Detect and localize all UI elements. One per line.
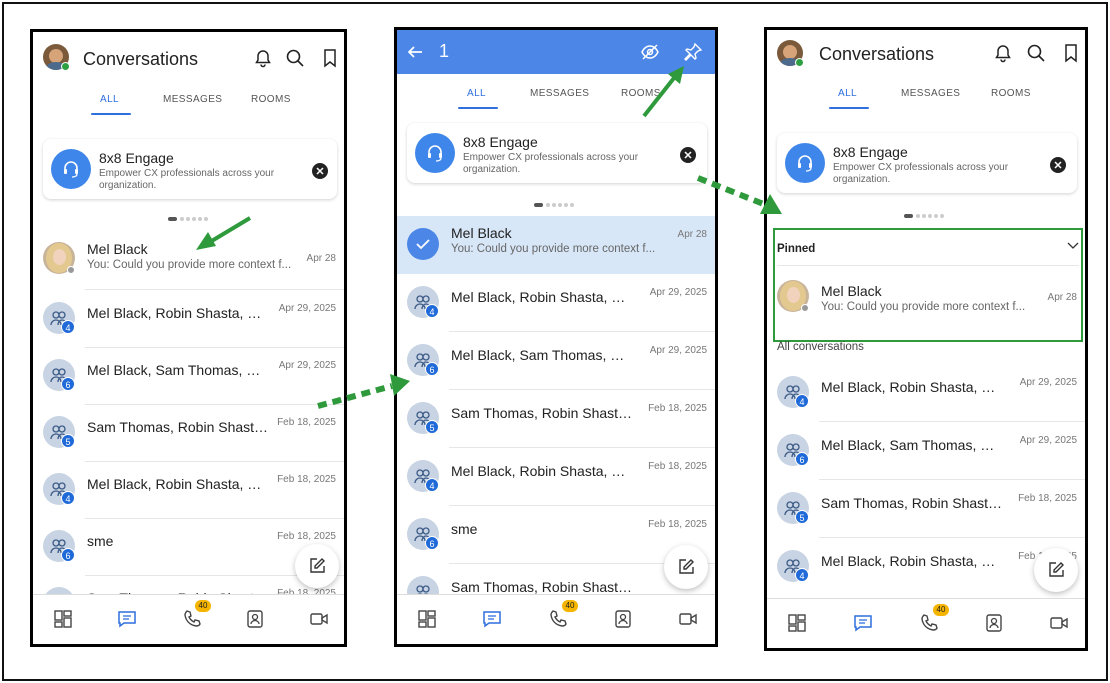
arrow-point-to-item-icon bbox=[196, 216, 252, 250]
dotted-arrow-step-three-icon bbox=[696, 175, 782, 214]
dotted-arrow-step-two-icon bbox=[317, 374, 410, 409]
arrow-point-to-pin-icon bbox=[642, 66, 684, 118]
annotation-overlay bbox=[196, 66, 782, 409]
